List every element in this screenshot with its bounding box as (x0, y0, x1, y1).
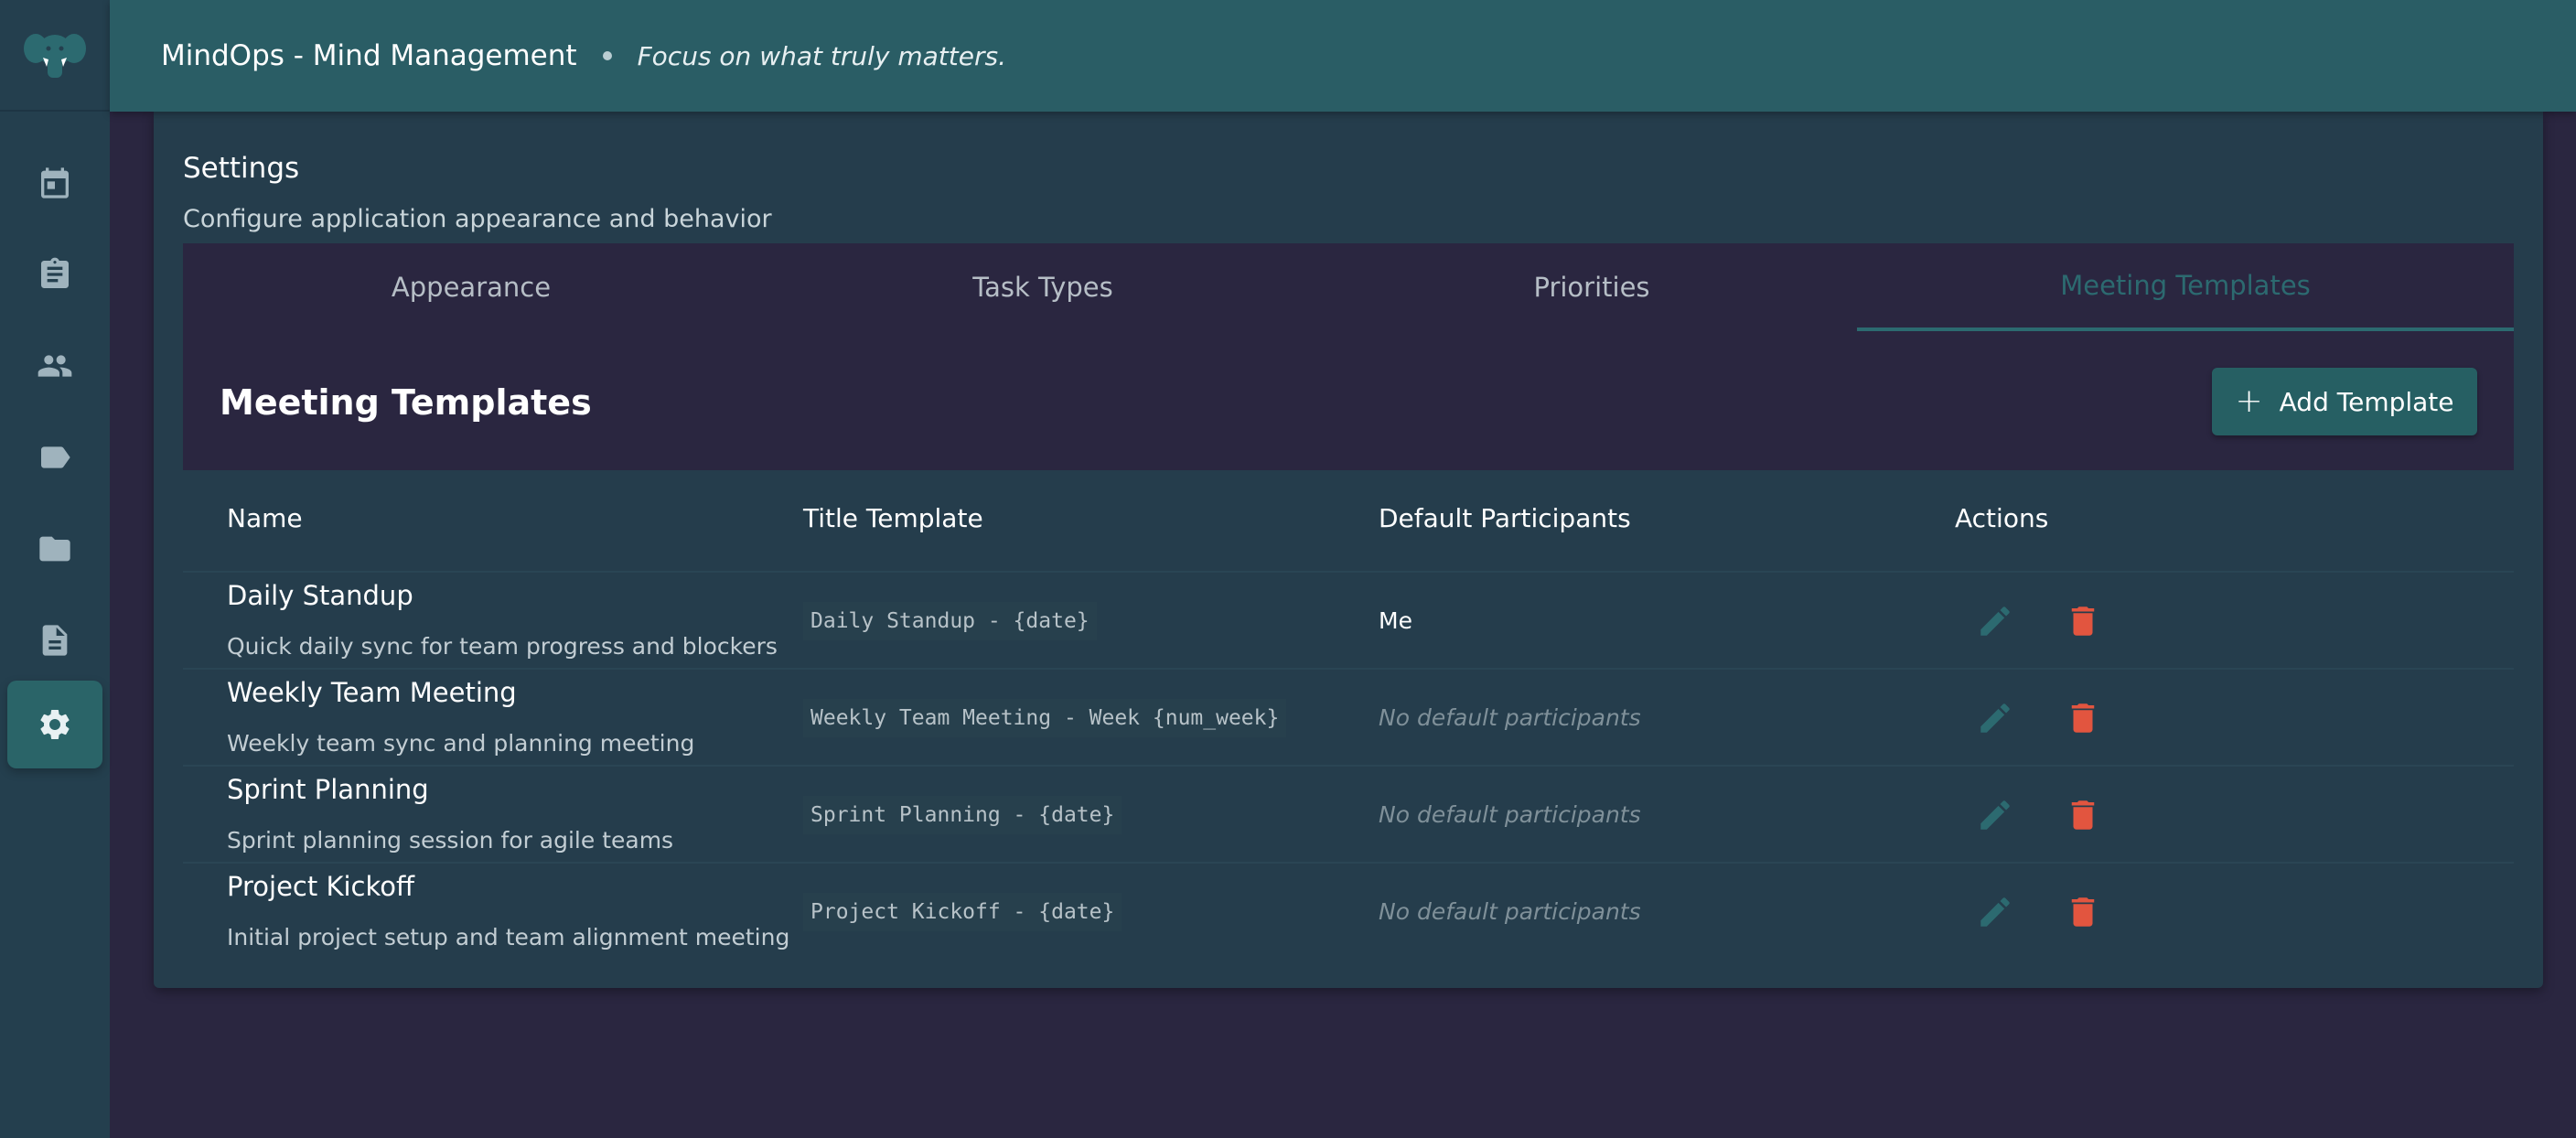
column-header-title-template: Title Template (803, 503, 983, 533)
section-title: Meeting Templates (220, 382, 592, 423)
elephant-logo-icon (24, 34, 86, 78)
page-subtitle: Configure application appearance and beh… (183, 205, 772, 233)
title-template-code: Daily Standup - {date} (803, 602, 1097, 640)
table-row: Project Kickoff Initial project setup an… (183, 862, 2514, 961)
title-template-code: Project Kickoff - {date} (803, 893, 1122, 931)
delete-button[interactable] (2064, 893, 2102, 931)
default-participants: Me (1379, 607, 1412, 634)
delete-button[interactable] (2064, 602, 2102, 640)
calendar-icon (41, 167, 69, 199)
template-description: Sprint planning session for agile teams (227, 827, 674, 854)
nav-notes[interactable] (7, 505, 102, 593)
trash-icon (2071, 703, 2095, 733)
title-template-code: Sprint Planning - {date} (803, 796, 1122, 834)
app-header: MindOps - Mind Management Focus on what … (110, 0, 2576, 112)
delete-button[interactable] (2064, 699, 2102, 737)
table-row: Daily Standup Quick daily sync for team … (183, 571, 2514, 670)
settings-card: Settings Configure application appearanc… (154, 112, 2543, 988)
plus-icon: + (2235, 382, 2263, 420)
pencil-icon (1980, 897, 2010, 927)
pencil-icon (1980, 607, 2010, 636)
template-description: Weekly team sync and planning meeting (227, 730, 695, 757)
nav-tasks[interactable] (7, 231, 102, 318)
template-description: Quick daily sync for team progress and b… (227, 633, 778, 660)
title-template-code: Weekly Team Meeting - Week {num_week} (803, 699, 1287, 737)
pencil-icon (1980, 800, 2010, 830)
nav-settings[interactable] (7, 681, 102, 768)
people-icon (38, 355, 72, 377)
pencil-icon (1980, 703, 2010, 733)
edit-button[interactable] (1976, 602, 2014, 640)
nav-labels[interactable] (7, 413, 102, 501)
column-header-actions: Actions (1955, 503, 2049, 533)
app-title: MindOps - Mind Management (161, 39, 577, 72)
nav-people[interactable] (7, 322, 102, 410)
page-title: Settings (183, 152, 300, 185)
app-tagline: Focus on what truly matters. (637, 40, 1006, 71)
folder-icon (39, 536, 70, 562)
column-header-name: Name (227, 503, 303, 533)
sidebar (0, 0, 110, 1138)
document-icon (42, 625, 68, 656)
label-icon (41, 446, 70, 468)
table-row: Weekly Team Meeting Weekly team sync and… (183, 668, 2514, 767)
edit-button[interactable] (1976, 796, 2014, 834)
add-template-label: Add Template (2279, 386, 2454, 417)
separator-dot (602, 51, 612, 60)
trash-icon (2071, 897, 2095, 927)
clipboard-icon (41, 257, 69, 288)
template-description: Initial project setup and team alignment… (227, 924, 790, 950)
app-logo[interactable] (0, 0, 110, 112)
template-name: Daily Standup (227, 580, 413, 611)
delete-button[interactable] (2064, 796, 2102, 834)
template-name: Project Kickoff (227, 871, 414, 902)
column-header-default-participants: Default Participants (1379, 503, 1631, 533)
default-participants: No default participants (1379, 704, 1641, 731)
tab-meeting-templates[interactable]: Meeting Templates (1857, 243, 2514, 331)
tab-task-types[interactable]: Task Types (759, 243, 1326, 331)
gear-icon (40, 710, 70, 739)
nav-calendar[interactable] (7, 139, 102, 227)
edit-button[interactable] (1976, 699, 2014, 737)
tab-appearance[interactable]: Appearance (183, 243, 759, 331)
trash-icon (2071, 800, 2095, 830)
default-participants: No default participants (1379, 898, 1641, 925)
tab-priorities[interactable]: Priorities (1326, 243, 1857, 331)
trash-icon (2071, 607, 2095, 636)
template-name: Sprint Planning (227, 774, 429, 805)
default-participants: No default participants (1379, 801, 1641, 828)
add-template-button[interactable]: + Add Template (2212, 368, 2477, 435)
edit-button[interactable] (1976, 893, 2014, 931)
table-row: Sprint Planning Sprint planning session … (183, 765, 2514, 864)
nav-documents[interactable] (7, 596, 102, 684)
tabs-panel: Appearance Task Types Priorities Meeting… (183, 243, 2514, 470)
template-name: Weekly Team Meeting (227, 677, 517, 708)
